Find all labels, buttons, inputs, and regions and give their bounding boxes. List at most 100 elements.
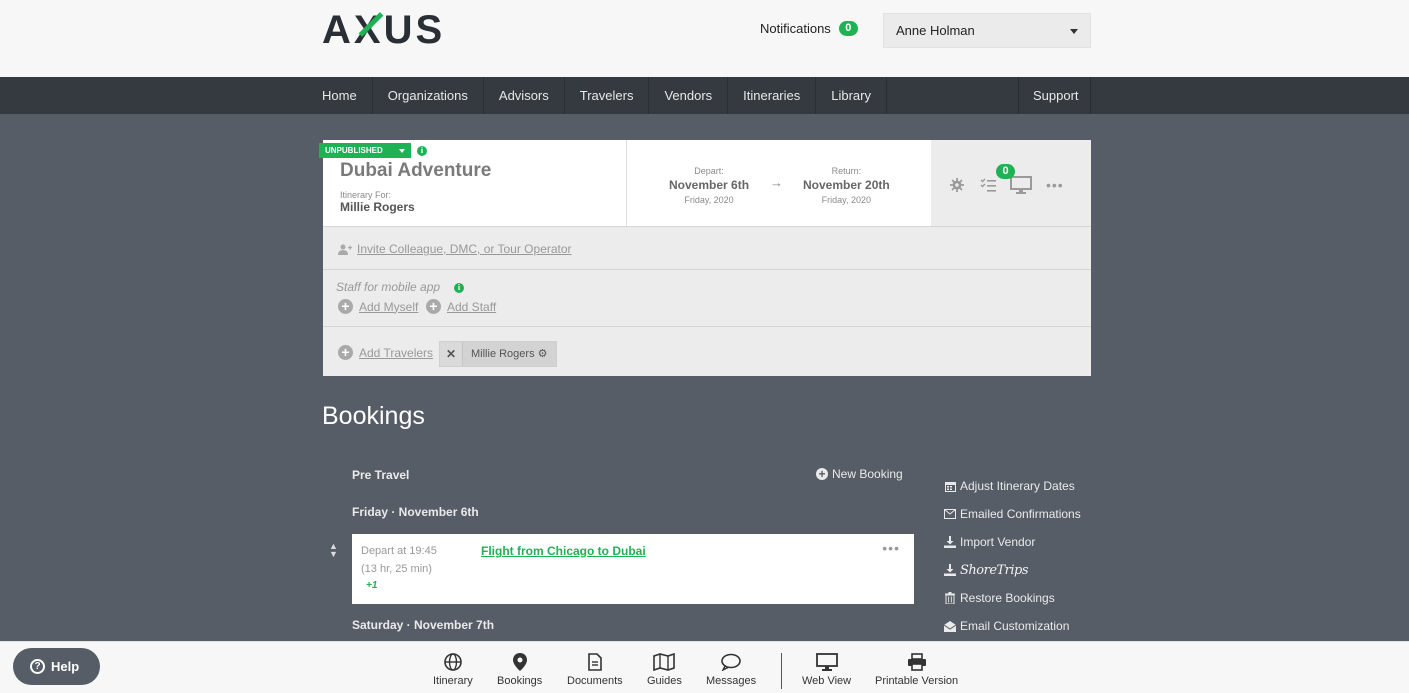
toolbar-itinerary[interactable]: Itinerary (433, 653, 473, 687)
add-travelers-label: Add Travelers (359, 345, 434, 360)
depart-day: Friday, 2020 (684, 195, 734, 205)
shoretrips-link[interactable]: ShoreTrips (944, 556, 1081, 584)
add-staff-button[interactable]: + Add Staff (426, 299, 496, 314)
restore-bookings-link[interactable]: Restore Bookings (944, 584, 1081, 612)
user-dropdown[interactable]: Anne Holman (883, 13, 1091, 48)
checklist-icon[interactable] (980, 178, 996, 192)
calendar-icon (944, 480, 956, 492)
shoretrips-logo: ShoreTrips (960, 562, 1029, 578)
toolbar-printable-label: Printable Version (875, 675, 959, 687)
publish-status-dropdown[interactable]: UNPUBLISHED (319, 143, 411, 158)
adjust-dates-label: Adjust Itinerary Dates (960, 479, 1075, 493)
nav-vendors[interactable]: Vendors (649, 77, 729, 114)
booking-duration: (13 hr, 25 min) (361, 563, 432, 575)
monitor-icon (815, 653, 838, 671)
caret-down-icon (399, 148, 405, 153)
toolbar-documents[interactable]: Documents (567, 653, 623, 687)
logo-letter-a: A (322, 7, 354, 52)
trash-icon (944, 592, 956, 604)
gear-icon[interactable]: ⚙ (538, 348, 548, 360)
day-header-nov7: Saturday · November 7th (352, 618, 495, 632)
more-options-icon[interactable]: ••• (1046, 177, 1064, 193)
publish-status-label: UNPUBLISHED (325, 146, 383, 155)
nav-support[interactable]: Support (1018, 77, 1091, 114)
itinerary-actions: ••• (950, 176, 1078, 194)
side-actions: Adjust Itinerary Dates Emailed Confirmat… (944, 472, 1081, 640)
globe-icon (444, 653, 462, 671)
add-user-icon (338, 244, 352, 255)
download-icon (944, 536, 956, 548)
itinerary-card: UNPUBLISHED i Dubai Adventure Itinerary … (319, 140, 1091, 376)
monitor-icon[interactable] (1010, 176, 1032, 194)
notifications-link[interactable]: Notifications 0 (760, 21, 858, 36)
traveler-chip-name[interactable]: Millie Rogers ⚙ (463, 342, 556, 366)
caret-down-icon (1070, 29, 1078, 34)
adjust-dates-link[interactable]: Adjust Itinerary Dates (944, 472, 1081, 500)
day-header-nov6: Friday · November 6th (352, 505, 479, 519)
plus-circle-icon: + (426, 299, 441, 314)
toolbar-bookings-label: Bookings (497, 675, 543, 687)
email-customization-label: Email Customization (960, 619, 1070, 633)
itinerary-summary: UNPUBLISHED i Dubai Adventure Itinerary … (319, 140, 626, 226)
toolbar-printable-version[interactable]: Printable Version (875, 653, 958, 687)
nav-travelers[interactable]: Travelers (565, 77, 650, 114)
email-customization-link[interactable]: Email Customization (944, 612, 1081, 640)
notifications-label: Notifications (760, 21, 831, 36)
plus-circle-icon: + (338, 345, 353, 360)
main-nav: Home Organizations Advisors Travelers Ve… (0, 77, 1409, 114)
printer-icon (907, 653, 926, 671)
itinerary-title[interactable]: Dubai Adventure (340, 160, 491, 182)
nav-organizations[interactable]: Organizations (373, 77, 484, 114)
toolbar-messages-label: Messages (706, 675, 757, 687)
invite-colleague-link[interactable]: Invite Colleague, DMC, or Tour Operator (357, 242, 572, 256)
toolbar-web-view[interactable]: Web View (802, 653, 851, 687)
booking-title-link[interactable]: Flight from Chicago to Dubai (481, 544, 646, 558)
bottom-toolbar (0, 641, 1409, 693)
restore-bookings-label: Restore Bookings (960, 591, 1055, 605)
drag-handle-icon[interactable]: ▲ ▼ (329, 542, 338, 559)
help-label: Help (51, 659, 80, 674)
import-vendor-link[interactable]: Import Vendor (944, 528, 1081, 556)
nav-advisors[interactable]: Advisors (484, 77, 565, 114)
add-travelers-button[interactable]: + Add Travelers (338, 345, 433, 360)
booking-depart-time: Depart at 19:45 (361, 545, 437, 557)
toolbar-bookings[interactable]: Bookings (497, 653, 542, 687)
arrow-right-icon: → (770, 175, 783, 190)
help-button[interactable]: ? Help (13, 648, 100, 685)
nav-library[interactable]: Library (816, 77, 887, 114)
nav-itineraries[interactable]: Itineraries (728, 77, 817, 114)
add-myself-button[interactable]: + Add Myself (338, 299, 418, 314)
more-options-icon[interactable]: ••• (882, 540, 900, 556)
checklist-badge: 0 (996, 164, 1015, 179)
toolbar-messages[interactable]: Messages (706, 653, 756, 687)
document-icon (588, 653, 602, 671)
map-pin-icon (512, 653, 527, 671)
toolbar-guides[interactable]: Guides (647, 653, 682, 687)
traveler-chip: ✕ Millie Rogers ⚙ (439, 341, 557, 367)
download-icon (944, 564, 956, 576)
notifications-badge: 0 (838, 21, 858, 36)
staff-title: Staff for mobile app (336, 280, 441, 294)
question-icon: ? (30, 659, 45, 674)
depart-block: Depart: November 6th Friday, 2020 (669, 166, 749, 205)
add-myself-label: Add Myself (359, 299, 419, 314)
gear-icon[interactable] (950, 178, 964, 192)
info-icon[interactable]: i (417, 146, 427, 156)
envelope-icon (944, 508, 956, 520)
itinerary-for-label: Itinerary For: (340, 190, 392, 200)
logo-letters-us: US (383, 7, 446, 52)
booking-card-flight[interactable]: Depart at 19:45 (13 hr, 25 min) +1 Fligh… (352, 534, 914, 604)
return-day: Friday, 2020 (821, 195, 872, 205)
new-booking-label: New Booking (832, 467, 903, 481)
header: A X US Notifications 0 Anne Holman (0, 0, 1409, 77)
add-staff-label: Add Staff (447, 299, 497, 314)
nav-home[interactable]: Home (322, 77, 373, 114)
return-block: Return: November 20th Friday, 2020 (803, 166, 890, 205)
emailed-confirmations-link[interactable]: Emailed Confirmations (944, 500, 1081, 528)
emailed-confirmations-label: Emailed Confirmations (960, 507, 1081, 521)
remove-traveler-icon[interactable]: ✕ (440, 342, 463, 366)
staff-row: Staff for mobile app i + Add Myself + Ad… (323, 270, 1091, 327)
new-booking-button[interactable]: + New Booking (816, 467, 903, 481)
axus-logo[interactable]: A X US (322, 8, 445, 52)
info-icon[interactable]: i (454, 283, 464, 293)
